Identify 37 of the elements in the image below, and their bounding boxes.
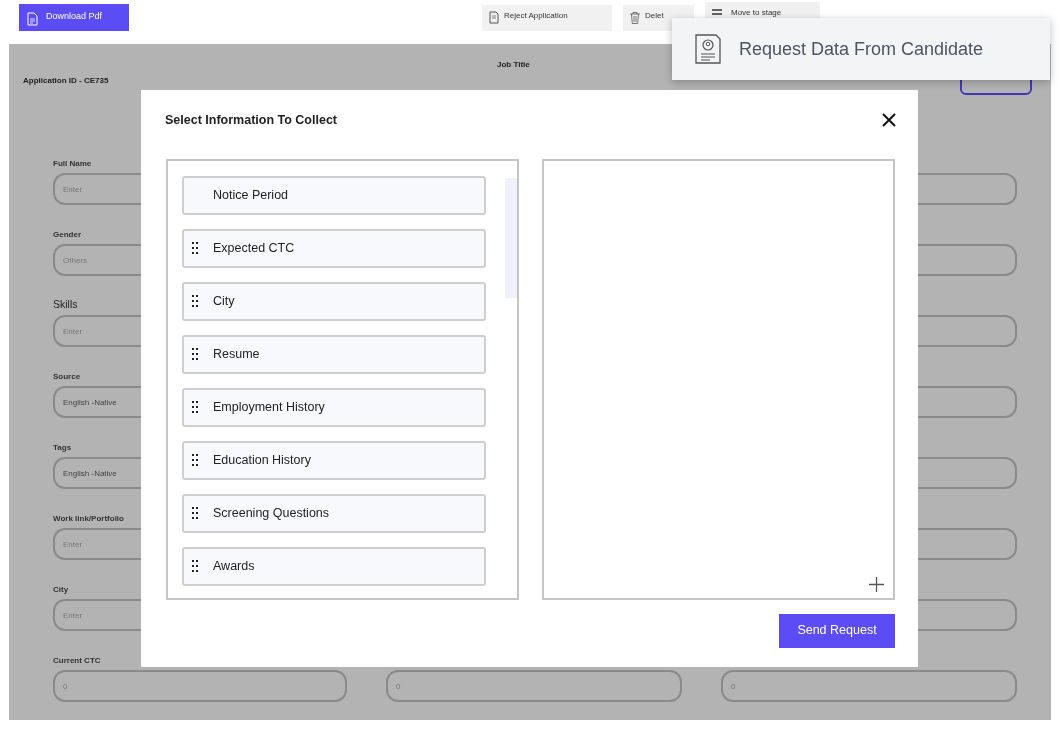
modal-title: Select Information To Collect (165, 112, 337, 129)
reject-button[interactable]: Reject Application (482, 5, 612, 31)
list-item[interactable]: Resume (182, 334, 486, 374)
drag-handle-icon[interactable] (191, 347, 199, 362)
drag-handle-icon[interactable] (191, 241, 199, 256)
job-title-label: Job Title (497, 59, 530, 71)
list-item[interactable]: Employment History (182, 387, 486, 427)
document-icon (27, 12, 38, 26)
send-request-button[interactable]: Send Request (779, 613, 895, 648)
field-label: Gender (53, 230, 81, 239)
list-item[interactable]: Screening Questions (182, 493, 486, 533)
tooltip-text: Request Data From Candidate (739, 37, 984, 61)
field-label: Tags (53, 443, 72, 452)
list-item[interactable]: Education History (182, 440, 486, 480)
profile-document-icon (694, 33, 722, 65)
field-label: Current CTC (53, 656, 101, 665)
field-label: Work link/Portfolio (53, 514, 124, 523)
list-item[interactable]: Expected CTC (182, 228, 486, 268)
drag-handle-icon[interactable] (191, 453, 199, 468)
download-pdf-button[interactable]: Download Pdf (19, 4, 129, 31)
field-label: Source (53, 372, 81, 381)
scrollbar-thumb[interactable] (505, 177, 517, 298)
list-item[interactable]: City (182, 281, 486, 321)
drag-handle-icon[interactable] (191, 294, 199, 309)
close-icon[interactable] (882, 113, 896, 128)
document-icon (489, 11, 499, 24)
field-label: Full Name (53, 159, 92, 168)
drag-handle-icon[interactable] (191, 400, 199, 415)
application-id: Application ID - CE735 (23, 75, 109, 87)
list-item[interactable]: Notice Period (182, 175, 486, 215)
trash-icon (630, 12, 640, 24)
plus-icon[interactable] (869, 576, 884, 592)
field-label: City (53, 585, 69, 594)
drag-handle-icon[interactable] (191, 559, 199, 574)
field-label: Skills (53, 298, 78, 310)
drag-handle-icon[interactable] (191, 506, 199, 521)
list-item[interactable]: Awards (182, 546, 486, 586)
